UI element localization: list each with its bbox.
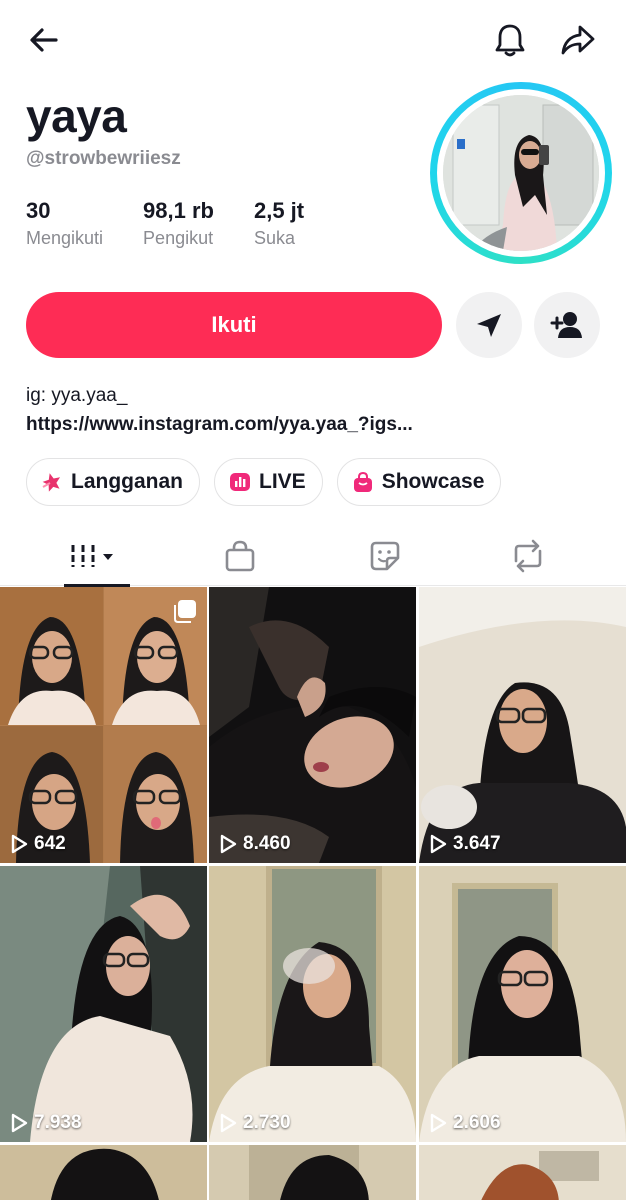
username: @strowbewriiesz <box>26 148 181 169</box>
bio-text: ig: yya.yaa_ <box>26 385 128 406</box>
message-button[interactable] <box>456 292 522 358</box>
play-icon <box>11 834 28 854</box>
profile-actions: Ikuti <box>26 292 600 358</box>
send-message-icon <box>477 314 501 337</box>
play-icon <box>430 834 447 854</box>
video-thumbnail-image <box>209 866 416 1142</box>
view-count: 8.460 <box>219 833 291 855</box>
avatar <box>443 95 599 251</box>
bio-link[interactable]: https://www.instagram.com/yya.yaa_?igs..… <box>26 410 600 440</box>
stat-value: 98,1 rb <box>143 198 214 223</box>
arrow-left-icon <box>30 28 58 52</box>
chip-showcase[interactable]: Showcase <box>336 458 502 506</box>
chip-subscription[interactable]: Langganan <box>26 458 201 506</box>
share-arrow-icon <box>561 25 595 55</box>
content-tabs <box>0 526 626 587</box>
live-icon <box>229 471 251 493</box>
shopping-bag-icon <box>352 471 374 493</box>
display-name: yaya <box>26 90 127 142</box>
top-bar <box>0 0 626 80</box>
chip-label: LIVE <box>259 470 306 493</box>
bio: ig: yya.yaa_ https://www.instagram.com/y… <box>26 382 600 440</box>
bell-icon <box>495 24 525 57</box>
view-count-value: 7.938 <box>34 1112 82 1133</box>
stat-label: Mengikuti <box>26 228 104 248</box>
tab-videos[interactable] <box>60 526 130 587</box>
video-thumbnail-5[interactable]: 2.730 <box>209 866 416 1142</box>
profile-chips: Langganan LIVE Showcase <box>26 458 515 506</box>
avatar-frame <box>437 89 605 257</box>
view-count: 3.647 <box>429 833 501 855</box>
view-count: 7.938 <box>10 1112 82 1134</box>
stat-label: Pengikut <box>143 228 214 248</box>
video-thumbnail-3[interactable]: 3.647 <box>419 587 626 863</box>
video-thumbnail-6[interactable]: 2.606 <box>419 866 626 1142</box>
video-thumbnail-image <box>0 866 207 1142</box>
video-thumbnail-image <box>209 1145 416 1200</box>
view-count: 2.730 <box>219 1112 291 1134</box>
tab-shop[interactable] <box>205 526 275 586</box>
stat-following[interactable]: 30 Mengikuti <box>26 196 103 250</box>
video-thumbnail-7[interactable] <box>0 1145 207 1200</box>
avatar-photo <box>443 95 599 251</box>
video-thumbnail-2[interactable]: 8.460 <box>209 587 416 863</box>
sticker-icon <box>370 541 400 571</box>
repost-icon <box>514 539 542 573</box>
view-count: 642 <box>10 833 66 855</box>
video-thumbnail-4[interactable]: 7.938 <box>0 866 207 1142</box>
avatar-story-ring[interactable] <box>430 82 612 264</box>
chip-live[interactable]: LIVE <box>214 458 323 506</box>
grid-bars-icon <box>71 545 113 567</box>
stat-followers[interactable]: 98,1 rb Pengikut <box>143 196 214 250</box>
share-button[interactable] <box>556 18 600 62</box>
video-thumbnail-image <box>209 587 416 863</box>
chip-label: Showcase <box>381 470 485 493</box>
view-count-value: 8.460 <box>243 833 291 854</box>
stat-value: 30 <box>26 198 51 223</box>
add-friend-icon <box>550 312 582 338</box>
multi-photo-icon <box>173 599 197 628</box>
view-count-value: 3.647 <box>453 833 501 854</box>
video-thumbnail-image <box>0 587 207 863</box>
tab-sticker[interactable] <box>350 526 420 586</box>
tab-repost[interactable] <box>493 526 563 586</box>
subscription-star-icon <box>41 471 63 493</box>
video-thumbnail-8[interactable] <box>209 1145 416 1200</box>
video-thumbnail-image <box>419 587 626 863</box>
stat-likes[interactable]: 2,5 jt Suka <box>254 196 304 250</box>
video-thumbnail-image <box>419 1145 626 1200</box>
video-thumbnail-image <box>0 1145 207 1200</box>
play-icon <box>220 1113 237 1133</box>
play-icon <box>220 834 237 854</box>
view-count-value: 2.606 <box>453 1112 501 1133</box>
play-icon <box>430 1113 447 1133</box>
notification-button[interactable] <box>488 18 532 62</box>
video-thumbnail-1[interactable]: 642 <box>0 587 207 863</box>
video-thumbnail-image <box>419 866 626 1142</box>
video-thumbnail-9[interactable] <box>419 1145 626 1200</box>
view-count-value: 2.730 <box>243 1112 291 1133</box>
view-count-value: 642 <box>34 833 66 854</box>
stat-label: Suka <box>253 228 296 248</box>
back-button[interactable] <box>22 18 66 62</box>
view-count: 2.606 <box>429 1112 501 1134</box>
add-friend-button[interactable] <box>534 292 600 358</box>
shopping-bag-icon <box>225 540 255 572</box>
play-icon <box>11 1113 28 1133</box>
follow-button[interactable]: Ikuti <box>26 292 442 358</box>
stat-value: 2,5 jt <box>253 198 305 223</box>
profile-info: yaya @strowbewriiesz <box>26 88 406 170</box>
chip-label: Langganan <box>71 470 184 493</box>
profile-stats: 30 Mengikuti 98,1 rb Pengikut 2,5 jt Suk… <box>26 196 344 250</box>
